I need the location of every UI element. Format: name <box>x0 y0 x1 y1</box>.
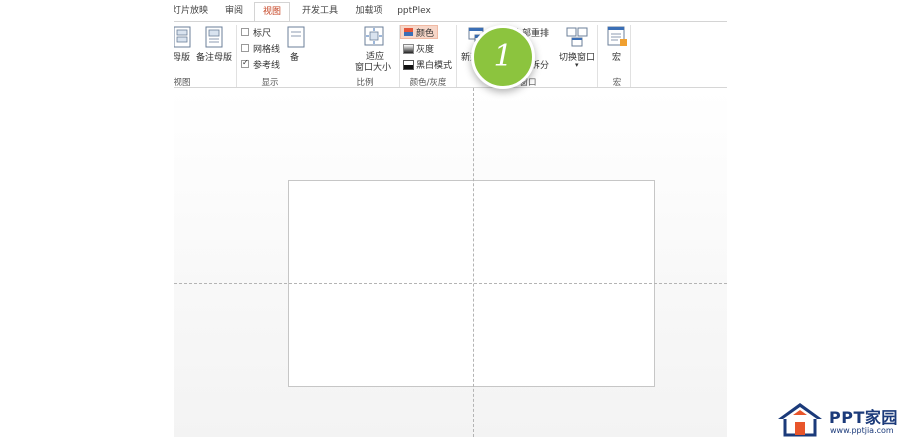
chevron-down-icon[interactable]: ▾ <box>575 61 579 69</box>
group-separator <box>630 25 631 87</box>
color-group-label: 颜色/灰度 <box>409 78 447 88</box>
slide-editing-area[interactable] <box>174 88 727 437</box>
group-separator <box>456 25 457 87</box>
gridlines-label[interactable]: 网格线 <box>253 42 280 55</box>
tab-review[interactable]: 审阅 <box>220 2 248 22</box>
tab-developer[interactable]: 开发工具 <box>296 2 344 22</box>
tab-view[interactable]: 视图 <box>254 2 290 22</box>
macro-button[interactable]: 宏 <box>612 50 621 63</box>
watermark-url: www.pptjia.com <box>830 426 894 435</box>
horizontal-guide[interactable] <box>174 283 727 284</box>
handout-master-button[interactable]: 母版 <box>174 50 194 63</box>
tab-slide-show[interactable]: 灯片放映 <box>174 2 210 22</box>
group-separator <box>236 25 237 87</box>
color-label: 颜色 <box>416 29 435 39</box>
guides-label[interactable]: 参考线 <box>253 58 280 71</box>
macros-group-label: 宏 <box>612 78 622 88</box>
color-swatch-icon <box>404 28 413 36</box>
notes-master-button[interactable]: 备注母版 <box>196 50 232 63</box>
gridlines-checkbox[interactable] <box>241 44 249 52</box>
group-separator <box>597 25 598 87</box>
black-white-button[interactable]: 黑白模式 <box>416 58 452 71</box>
fit-to-window-icon <box>364 26 384 46</box>
black-white-icon <box>403 60 414 70</box>
checkmark-icon: ✓ <box>242 58 249 67</box>
ribbon-tab-bar: 灯片放映 审阅 视图 开发工具 加载项 pptPlex <box>174 0 727 22</box>
vertical-guide[interactable] <box>473 88 474 437</box>
grayscale-icon <box>403 44 414 54</box>
handout-master-icon <box>174 26 191 48</box>
zoom-group-label: 比例 <box>356 78 374 88</box>
notes-icon <box>287 26 305 48</box>
ruler-label[interactable]: 标尺 <box>253 26 271 39</box>
ruler-checkbox[interactable] <box>241 28 249 36</box>
macro-icon <box>607 26 627 46</box>
pptjia-logo-icon <box>778 403 822 437</box>
show-group-label: 显示 <box>261 78 279 88</box>
tab-pptplex[interactable]: pptPlex <box>394 2 434 22</box>
guides-checkbox[interactable]: ✓ <box>241 58 249 68</box>
switch-window-icon <box>566 27 588 47</box>
view-group-label: 视图 <box>174 78 191 88</box>
color-button[interactable]: 颜色 <box>400 25 438 39</box>
ribbon: 母版 备注母版 视图 标尺 网格线 ✓ 参考线 备 显示 适应 窗口大小 比例 … <box>174 22 727 88</box>
notes-master-icon <box>205 26 223 48</box>
watermark-title: PPT家园 <box>829 408 898 427</box>
notes-button[interactable]: 备 <box>290 50 299 63</box>
tab-add-ins[interactable]: 加载项 <box>350 2 388 22</box>
powerpoint-window: 灯片放映 审阅 视图 开发工具 加载项 pptPlex 母版 备注母版 视图 标… <box>174 0 727 437</box>
grayscale-button[interactable]: 灰度 <box>416 42 434 55</box>
step-number-badge: 1 <box>471 25 535 89</box>
fit-window-label-2[interactable]: 窗口大小 <box>355 60 391 73</box>
